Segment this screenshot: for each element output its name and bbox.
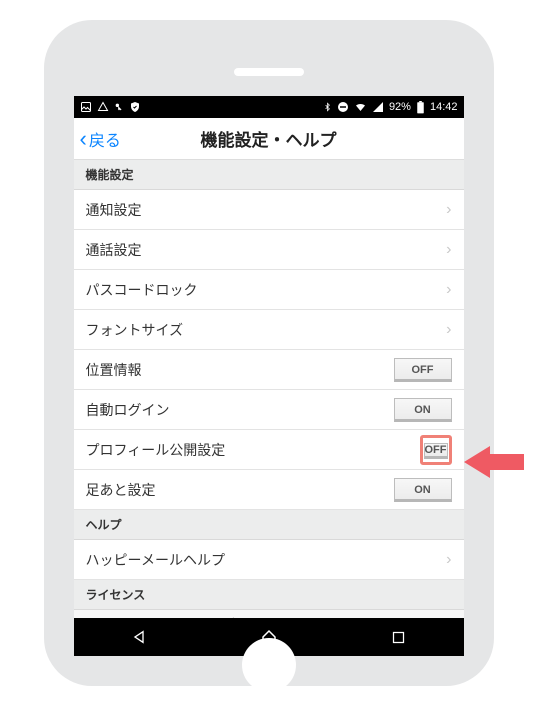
toggle-location[interactable]: OFF	[394, 358, 452, 382]
back-label: 戻る	[89, 127, 121, 151]
section-header-features: 機能設定	[74, 160, 464, 190]
toggle-footprint[interactable]: ON	[394, 478, 452, 502]
row-autologin[interactable]: 自動ログイン ON	[74, 390, 464, 430]
section-header-license: ライセンス	[74, 580, 464, 610]
signal-icon	[372, 101, 384, 113]
page-title: 機能設定・ヘルプ	[74, 126, 464, 151]
wifi-icon	[354, 101, 367, 113]
phone-home-button	[242, 638, 296, 692]
row-call[interactable]: 通話設定 ›	[74, 230, 464, 270]
status-right: 92% 14:42	[323, 101, 458, 114]
toggle-profile[interactable]: OFF	[424, 443, 448, 459]
chevron-right-icon: ›	[446, 281, 451, 299]
shield-icon	[129, 101, 141, 113]
row-passcode[interactable]: パスコードロック ›	[74, 270, 464, 310]
row-label: 足あと設定	[86, 480, 156, 500]
row-location[interactable]: 位置情報 OFF	[74, 350, 464, 390]
toggle-autologin[interactable]: ON	[394, 398, 452, 422]
nav-header: ‹ 戻る 機能設定・ヘルプ	[74, 118, 464, 160]
back-button[interactable]: ‹ 戻る	[74, 127, 121, 151]
triangle-icon	[97, 101, 109, 113]
section-header-help: ヘルプ	[74, 510, 464, 540]
chevron-right-icon: ›	[446, 321, 451, 339]
settings-list: 機能設定 通知設定 › 通話設定 › パスコードロック › フォントサイズ › …	[74, 160, 464, 618]
row-footprint[interactable]: 足あと設定 ON	[74, 470, 464, 510]
nav-recent-button[interactable]	[389, 627, 409, 647]
clock: 14:42	[430, 101, 458, 113]
annotation-arrow-icon	[464, 442, 524, 482]
phone-speaker	[234, 68, 304, 76]
battery-icon	[416, 101, 425, 114]
row-fontsize[interactable]: フォントサイズ ›	[74, 310, 464, 350]
bluetooth-icon	[323, 101, 332, 113]
dnd-icon	[337, 101, 349, 113]
nav-back-button[interactable]	[129, 627, 149, 647]
chevron-right-icon: ›	[446, 241, 451, 259]
status-bar: 92% 14:42	[74, 96, 464, 118]
battery-percent: 92%	[389, 101, 411, 113]
row-label: 通知設定	[86, 200, 142, 220]
chevron-left-icon: ‹	[80, 128, 87, 150]
row-label: 位置情報	[86, 360, 142, 380]
highlight-box: OFF	[420, 435, 452, 465]
row-profile[interactable]: プロフィール公開設定 OFF	[74, 430, 464, 470]
row-help[interactable]: ハッピーメールヘルプ ›	[74, 540, 464, 580]
status-left	[80, 101, 141, 113]
row-label: プロフィール公開設定	[86, 440, 226, 460]
row-label: フォントサイズ	[86, 320, 184, 340]
phone-frame: 92% 14:42 ‹ 戻る 機能設定・ヘルプ 機能設定 通知設定 ›	[44, 20, 494, 686]
row-label: 通話設定	[86, 240, 142, 260]
screen: 92% 14:42 ‹ 戻る 機能設定・ヘルプ 機能設定 通知設定 ›	[74, 96, 464, 656]
chevron-right-icon: ›	[446, 551, 451, 569]
row-label: 自動ログイン	[86, 400, 170, 420]
chevron-right-icon: ›	[446, 201, 451, 219]
version-label: バージョン：9.15.1	[74, 610, 464, 618]
row-label: パスコードロック	[86, 280, 198, 300]
key-icon	[114, 101, 124, 113]
row-notification[interactable]: 通知設定 ›	[74, 190, 464, 230]
row-label: ハッピーメールヘルプ	[86, 550, 225, 570]
image-icon	[80, 101, 92, 113]
